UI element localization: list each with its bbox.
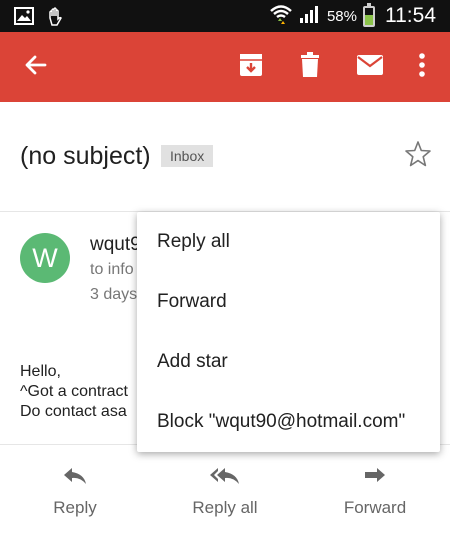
back-arrow-icon [24,53,48,82]
sender-name[interactable]: wqut9 [90,234,141,256]
email-body: Hello, ^Got a contract Do contact asa [20,362,128,422]
clock: 11:54 [385,4,436,27]
hand-icon [46,7,66,32]
status-bar: 58% 11:54 [0,0,450,32]
overflow-menu: Reply all Forward Add star Block "wqut90… [137,212,440,452]
reply-icon [20,463,130,489]
bottom-action-bar: Reply Reply all Forward [0,444,450,541]
sender-avatar[interactable]: W [20,233,70,283]
body-line: ^Got a contract [20,383,128,400]
trash-icon [299,51,321,83]
star-outline-icon [404,141,432,172]
inbox-label[interactable]: Inbox [161,145,214,167]
email-subject: (no subject) [20,142,151,170]
menu-item-block-sender[interactable]: Block "wqut90@hotmail.com" [137,392,440,452]
menu-item-add-star[interactable]: Add star [137,332,440,392]
recipient-line[interactable]: to info [90,261,134,279]
signal-icon [299,4,321,29]
back-button[interactable] [14,32,58,102]
mail-icon [357,54,383,80]
body-line: Hello, [20,363,61,380]
reply-all-button[interactable]: Reply all [170,463,280,518]
battery-icon [363,2,375,27]
image-icon [14,7,34,32]
star-button[interactable] [404,140,436,172]
reply-all-label: Reply all [192,498,258,517]
mark-unread-button[interactable] [348,32,392,102]
battery-percent: 58% [326,7,357,25]
toolbar [0,32,450,102]
subject-row: (no subject) Inbox [0,102,450,212]
reply-all-icon [170,463,280,489]
forward-label: Forward [343,498,407,517]
more-options-button[interactable] [406,32,438,102]
wifi-icon [269,3,293,30]
body-line: Do contact asa [20,403,127,420]
reply-button[interactable]: Reply [20,463,130,518]
forward-button[interactable]: Forward [320,463,430,518]
menu-item-reply-all[interactable]: Reply all [137,212,440,272]
archive-icon [238,52,264,83]
menu-item-forward[interactable]: Forward [137,272,440,332]
archive-button[interactable] [229,32,273,102]
forward-icon [320,463,430,489]
email-date: 3 days [90,286,138,303]
reply-label: Reply [53,498,97,517]
more-vert-icon [418,52,426,82]
delete-button[interactable] [288,32,332,102]
